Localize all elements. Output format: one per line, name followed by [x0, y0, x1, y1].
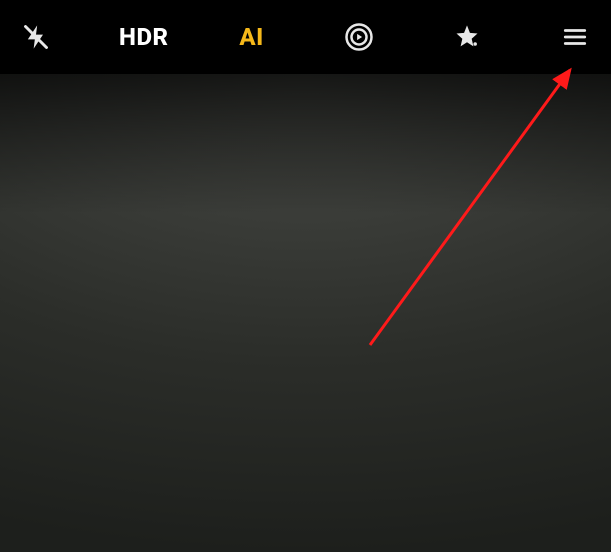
ai-label: AI	[239, 23, 263, 51]
camera-viewfinder[interactable]	[0, 74, 611, 552]
magic-star-icon	[453, 23, 481, 51]
flash-off-icon	[22, 23, 50, 51]
filters-button[interactable]	[443, 13, 491, 61]
hdr-toggle[interactable]: HDR	[120, 13, 168, 61]
camera-topbar: HDR AI	[0, 0, 611, 74]
hdr-label: HDR	[119, 23, 169, 51]
ai-toggle[interactable]: AI	[228, 13, 276, 61]
live-photo-toggle[interactable]	[335, 13, 383, 61]
menu-button[interactable]	[551, 13, 599, 61]
live-photo-icon	[344, 22, 374, 52]
hamburger-menu-icon	[562, 24, 588, 50]
flash-toggle[interactable]	[12, 13, 60, 61]
